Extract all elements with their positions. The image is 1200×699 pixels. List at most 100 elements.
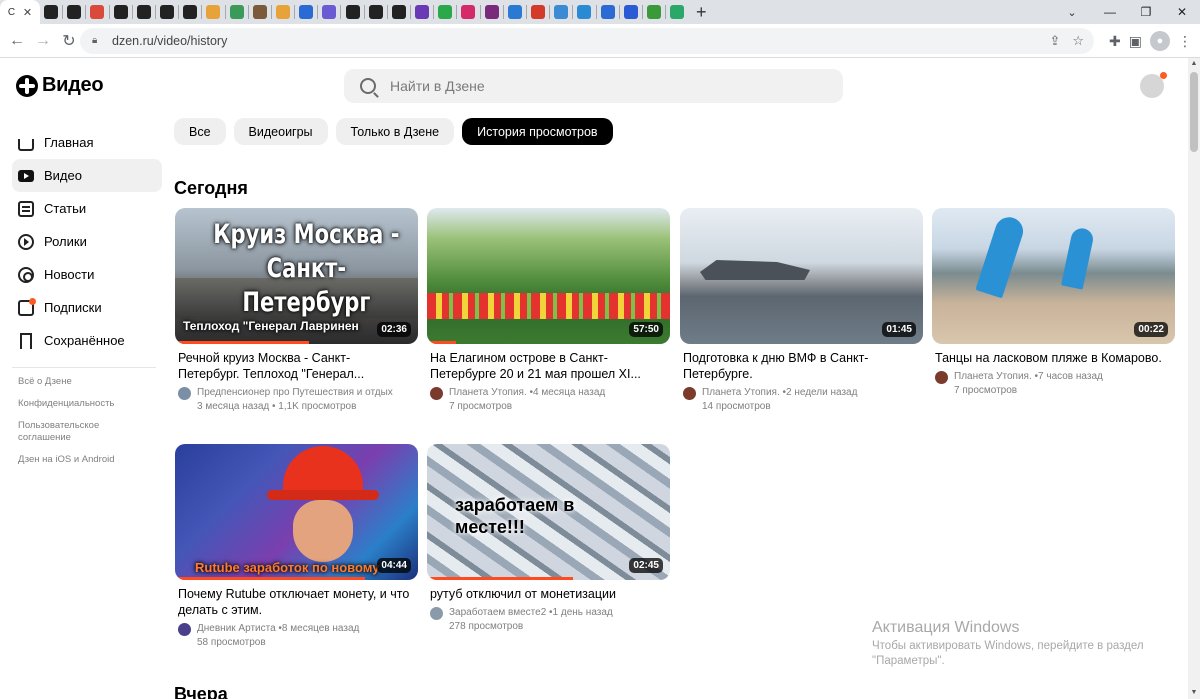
- address-bar[interactable]: 🔒︎ dzen.ru/video/history ⇪ ☆: [80, 28, 1094, 54]
- sidebar-item-articles[interactable]: Статьи: [12, 192, 162, 225]
- browser-tab[interactable]: [86, 0, 108, 24]
- chip-only-dzen[interactable]: Только в Дзене: [335, 118, 455, 145]
- watch-progress-bar: [427, 341, 457, 344]
- minimize-icon[interactable]: —: [1092, 0, 1128, 24]
- tab-search-chevron-icon[interactable]: ⌄: [1060, 0, 1084, 24]
- browser-tab[interactable]: [295, 0, 317, 24]
- channel-avatar[interactable]: [683, 386, 696, 400]
- bookmark-star-icon[interactable]: ☆: [1072, 33, 1084, 49]
- video-thumbnail[interactable]: Rutube заработок по новому 04:44: [175, 444, 418, 580]
- video-card[interactable]: 01:45 Подготовка к дню ВМФ в Санкт-Петер…: [680, 208, 923, 414]
- browser-tab-active[interactable]: С ✕: [0, 0, 40, 24]
- channel-name[interactable]: Дневник Артиста: [197, 622, 276, 636]
- browser-tab[interactable]: [550, 0, 572, 24]
- footer-link-apps[interactable]: Дзен на iOS и Android: [12, 454, 122, 466]
- sidebar-item-home[interactable]: Главная: [12, 126, 162, 159]
- browser-tab[interactable]: [573, 0, 595, 24]
- video-thumbnail[interactable]: 01:45: [680, 208, 923, 344]
- scroll-down-icon[interactable]: ▼: [1188, 687, 1200, 699]
- video-card[interactable]: Круиз Москва - Санкт-Петербург Теплоход …: [175, 208, 418, 414]
- browser-tab[interactable]: [481, 0, 503, 24]
- browser-tab[interactable]: [527, 0, 549, 24]
- dzen-logo[interactable]: Видео: [16, 74, 104, 97]
- sidebar-item-clips[interactable]: Ролики: [12, 225, 162, 258]
- browser-tab[interactable]: [411, 0, 433, 24]
- footer-link-terms[interactable]: Пользовательское соглашение: [12, 420, 122, 444]
- browser-tab[interactable]: [318, 0, 340, 24]
- channel-name[interactable]: Планета Утопия.: [954, 370, 1032, 384]
- user-avatar[interactable]: [1140, 72, 1167, 98]
- video-title[interactable]: Подготовка к дню ВМФ в Санкт-Петербурге.: [680, 350, 915, 382]
- sidebar-item-saved[interactable]: Сохранённое: [12, 324, 162, 357]
- browser-tab[interactable]: [341, 0, 363, 24]
- new-tab-button[interactable]: +: [688, 0, 714, 24]
- channel-name[interactable]: Планета Утопия.: [702, 386, 780, 400]
- sidebar-item-video[interactable]: Видео: [12, 159, 162, 192]
- sidebar-item-news[interactable]: Новости: [12, 258, 162, 291]
- section-title-today: Сегодня: [174, 178, 248, 198]
- browser-tab[interactable]: [365, 0, 387, 24]
- video-card[interactable]: 00:22 Танцы на ласковом пляже в Комарово…: [932, 208, 1175, 398]
- page-scrollbar[interactable]: ▲ ▼: [1188, 58, 1200, 699]
- channel-avatar[interactable]: [430, 606, 443, 620]
- browser-tab[interactable]: [249, 0, 271, 24]
- browser-tab[interactable]: [110, 0, 132, 24]
- channel-avatar[interactable]: [430, 386, 443, 400]
- chip-history[interactable]: История просмотров: [462, 118, 613, 145]
- browser-tab[interactable]: [40, 0, 62, 24]
- channel-avatar[interactable]: [178, 386, 191, 400]
- search-input[interactable]: [390, 78, 830, 94]
- video-card[interactable]: заработаем в месте!!! 02:45 рутуб отключ…: [427, 444, 670, 634]
- channel-avatar[interactable]: [935, 370, 948, 384]
- video-thumbnail[interactable]: 57:50: [427, 208, 670, 344]
- browser-tab[interactable]: [666, 0, 688, 24]
- close-window-icon[interactable]: ✕: [1164, 0, 1200, 24]
- browser-tab[interactable]: [388, 0, 410, 24]
- video-title[interactable]: Речной круиз Москва - Санкт-Петербург. Т…: [175, 350, 410, 382]
- channel-avatar[interactable]: [178, 622, 191, 636]
- video-thumbnail[interactable]: заработаем в месте!!! 02:45: [427, 444, 670, 580]
- video-card[interactable]: Rutube заработок по новому 04:44 Почему …: [175, 444, 418, 650]
- browser-tab[interactable]: [133, 0, 155, 24]
- channel-name[interactable]: Планета Утопия.: [449, 386, 527, 400]
- back-icon[interactable]: ←: [4, 28, 30, 54]
- video-thumbnail[interactable]: 00:22: [932, 208, 1175, 344]
- close-tab-icon[interactable]: ✕: [23, 6, 32, 19]
- browser-tab[interactable]: [434, 0, 456, 24]
- browser-tab[interactable]: [643, 0, 665, 24]
- browser-tab[interactable]: [226, 0, 248, 24]
- channel-name[interactable]: Предпенсионер про Путешествия и отдых: [197, 386, 393, 400]
- scroll-up-icon[interactable]: ▲: [1188, 58, 1200, 70]
- footer-link-about[interactable]: Всё о Дзене: [12, 376, 122, 388]
- browser-tab[interactable]: [63, 0, 85, 24]
- footer-link-privacy[interactable]: Конфиденциальность: [12, 398, 122, 410]
- forward-icon[interactable]: →: [30, 28, 56, 54]
- chip-videogames[interactable]: Видеоигры: [233, 118, 328, 145]
- video-card[interactable]: 57:50 На Елагином острове в Санкт-Петерб…: [427, 208, 670, 414]
- video-title[interactable]: Почему Rutube отключает монету, и что де…: [175, 586, 410, 618]
- video-title[interactable]: На Елагином острове в Санкт-Петербурге 2…: [427, 350, 662, 382]
- scrollbar-thumb[interactable]: [1190, 72, 1198, 152]
- browser-tab[interactable]: [620, 0, 642, 24]
- video-title[interactable]: Танцы на ласковом пляже в Комарово.: [932, 350, 1167, 366]
- reload-icon[interactable]: ↻: [56, 28, 82, 54]
- browser-profile-icon[interactable]: ●: [1150, 31, 1170, 51]
- side-panel-icon[interactable]: ▣: [1129, 33, 1142, 50]
- video-title[interactable]: рутуб отключил от монетизации: [427, 586, 662, 602]
- chip-all[interactable]: Все: [174, 118, 226, 145]
- browser-tab[interactable]: [504, 0, 526, 24]
- browser-menu-icon[interactable]: ⋮: [1178, 33, 1192, 50]
- extensions-icon[interactable]: ✚: [1109, 33, 1121, 50]
- video-thumbnail[interactable]: Круиз Москва - Санкт-Петербург Теплоход …: [175, 208, 418, 344]
- browser-tab[interactable]: [202, 0, 224, 24]
- browser-tab[interactable]: [272, 0, 294, 24]
- browser-tab[interactable]: [457, 0, 479, 24]
- channel-name[interactable]: Заработаем вместе2: [449, 606, 546, 620]
- maximize-icon[interactable]: ❐: [1128, 0, 1164, 24]
- browser-tab[interactable]: [156, 0, 178, 24]
- browser-tab[interactable]: [179, 0, 201, 24]
- browser-tab[interactable]: [597, 0, 619, 24]
- sidebar-item-subscriptions[interactable]: Подписки: [12, 291, 162, 324]
- share-icon[interactable]: ⇪: [1049, 33, 1060, 49]
- search-box[interactable]: [344, 69, 843, 103]
